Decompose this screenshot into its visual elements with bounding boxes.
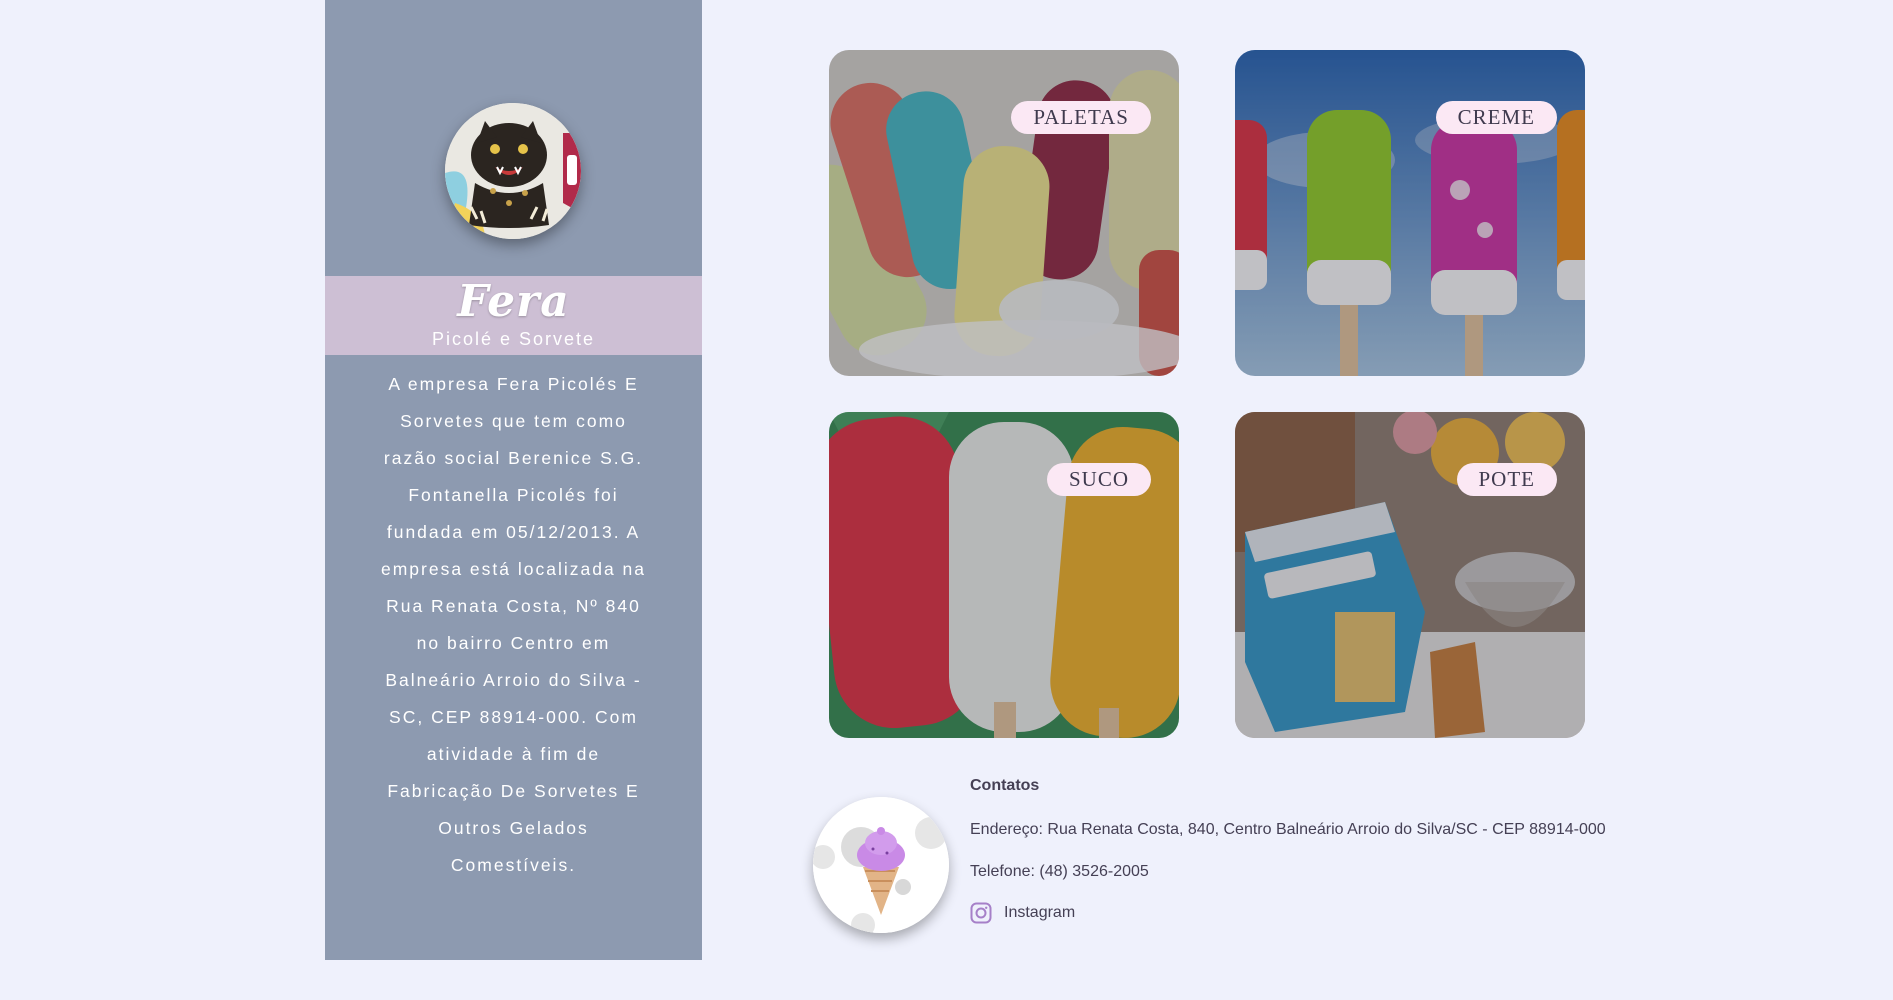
brand-band: Fera Picolé e Sorvete <box>325 276 702 355</box>
brand-name: Fera <box>457 276 570 327</box>
category-label-suco[interactable]: SUCO <box>1046 463 1151 496</box>
about-text: A empresa Fera Picolés E Sorvetes que te… <box>380 374 647 875</box>
sidebar: Fera Picolé e Sorvete A empresa Fera Pic… <box>325 0 702 960</box>
product-card-suco[interactable]: SUCO <box>829 412 1179 738</box>
product-card-paletas[interactable]: PALETAS <box>829 50 1179 376</box>
category-label-paletas[interactable]: PALETAS <box>1011 101 1151 134</box>
address-text: Endereço: Rua Renata Costa, 840, Centro … <box>970 821 1606 838</box>
instagram-icon[interactable] <box>970 902 992 924</box>
phone-text: Telefone: (48) 3526-2005 <box>970 863 1149 880</box>
product-card-creme[interactable]: CREME <box>1235 50 1585 376</box>
panther-logo <box>445 103 581 239</box>
category-label-pote[interactable]: POTE <box>1456 463 1557 496</box>
contacts-heading: Contatos <box>970 777 1040 794</box>
ice-cream-icon <box>813 797 949 933</box>
brand-subtitle: Picolé e Sorvete <box>431 329 596 349</box>
category-label-creme[interactable]: CREME <box>1435 101 1557 134</box>
instagram-link[interactable]: Instagram <box>1004 904 1075 922</box>
product-card-pote[interactable]: POTE <box>1235 412 1585 738</box>
